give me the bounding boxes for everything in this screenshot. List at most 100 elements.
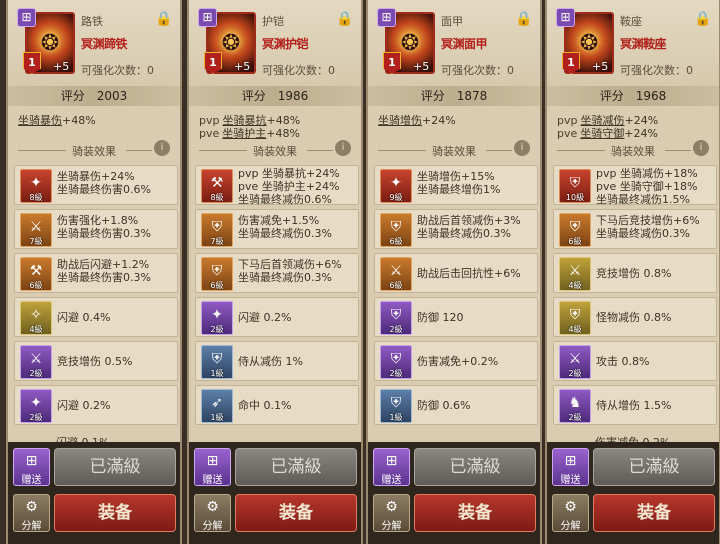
effect-row[interactable]: ➶ 1級 命中 0.1% <box>195 385 359 425</box>
equipment-card[interactable]: ❂ ⊞ 1 +5 面甲 冥渊面甲 🔒 可强化次数：0 评分 1878 坐骑增伤+24% 骑装效果 i ✦ 9… <box>366 0 542 544</box>
effect-line-text: pve 坐骑护主 <box>238 180 306 193</box>
effect-row[interactable]: ⚒ 6級 助战后闪避+1.2% 坐骑最终伤害0.3% <box>14 253 178 293</box>
effect-text: 侍从减伤 1% <box>238 355 303 368</box>
effect-line-text: 闪避 0.2% <box>238 311 292 324</box>
gift-button[interactable]: ⊞ 赠送 <box>194 448 231 486</box>
effect-line: 坐骑最终伤害0.3% <box>57 271 151 284</box>
effect-row[interactable]: ⛨ 6級 下马后竞技增伤+6% 坐骑最终减伤0.3% <box>553 209 717 249</box>
effect-text: 闪避 0.4% <box>57 311 110 324</box>
score-value: 2003 <box>96 89 128 103</box>
effect-line-text: 伤害减免+0.2% <box>417 355 499 368</box>
effect-row[interactable]: ✦ 2級 闪避 0.2% <box>195 297 359 337</box>
dismantle-icon: ⚙ <box>385 499 398 515</box>
effect-line: 助战后闪避+1.2% <box>57 258 151 271</box>
effect-line: 助战后击回抗性+6% <box>417 267 521 280</box>
equipment-card[interactable]: ❂ ⊞ 1 +5 护铠 冥渊护铠 🔒 可强化次数：0 评分 1986 pvp 坐骑暴抗+48% pve 坐… <box>187 0 363 544</box>
equipment-card[interactable]: ❂ ⊞ 1 +5 路铁 冥渊蹄铁 🔒 可强化次数：0 评分 2003 坐骑暴伤+48% 骑装效果 i ✦ 8… <box>6 0 182 544</box>
effect-line: 闪避 0.2% <box>57 399 110 412</box>
gift-button[interactable]: ⊞ 赠送 <box>552 448 589 486</box>
info-icon[interactable]: i <box>514 140 530 156</box>
effect-text: pvp 坐骑减伤+18% pve 坐骑守御+18% 坐骑最终减伤1.5% <box>596 167 698 206</box>
effect-row[interactable]: ⚔ 4級 竞技增伤 0.8% <box>553 253 717 293</box>
lock-icon[interactable]: 🔒 <box>336 11 353 28</box>
dismantle-button[interactable]: ⚙ 分解 <box>552 494 589 532</box>
effect-line-value: 闪避+1.2% <box>90 258 150 271</box>
effect-row[interactable]: ✦ 9級 坐骑增伤+15% 坐骑最终增伤1% <box>374 165 538 205</box>
effect-row[interactable]: ⚔ 2級 竞技增伤 0.5% <box>14 341 178 381</box>
lock-icon[interactable]: 🔒 <box>694 11 711 28</box>
attr-value: +24% <box>624 127 658 140</box>
effect-row[interactable]: ✦ 2級 闪避 0.2% <box>14 385 178 425</box>
effect-text: 伤害强化+1.8% 坐骑最终伤害0.3% <box>57 214 151 240</box>
item-type: 路铁 <box>81 15 103 28</box>
effect-row[interactable]: ⛨ 7級 伤害减免+1.5% 坐骑最终减伤0.3% <box>195 209 359 249</box>
effect-icon: ✦ 9級 <box>380 169 412 203</box>
attr-name[interactable]: 坐骑护主 <box>222 127 266 140</box>
effect-row[interactable]: ⛨ 1級 侍从减伤 1% <box>195 341 359 381</box>
effect-icon: ⛨ 1級 <box>380 389 412 423</box>
equipment-card[interactable]: ❂ ⊞ 1 +5 鞍座 冥渊鞍座 🔒 可强化次数：0 评分 1968 pvp 坐骑减伤+24% pve 坐… <box>545 0 720 544</box>
effect-line-value: 击回抗性+6% <box>450 267 521 280</box>
dismantle-button[interactable]: ⚙ 分解 <box>13 494 50 532</box>
equip-button[interactable]: 装备 <box>593 494 715 532</box>
effect-row[interactable]: ⛨ 6級 助战后首领减伤+3% 坐骑最终减伤0.3% <box>374 209 538 249</box>
effect-line-value: +15% <box>461 170 495 183</box>
effect-text: 坐骑暴伤+24% 坐骑最终伤害0.6% <box>57 170 151 196</box>
effect-row[interactable]: ⛨ 6級 下马后首领减伤+6% 坐骑最终减伤0.3% <box>195 253 359 293</box>
equip-button[interactable]: 装备 <box>414 494 536 532</box>
info-icon[interactable]: i <box>154 140 170 156</box>
effect-line-text: 防御 0.6% <box>417 399 471 412</box>
attr-name[interactable]: 坐骑暴伤 <box>18 114 62 127</box>
effect-row[interactable]: ⛨ 2級 防御 120 <box>374 297 538 337</box>
effect-row[interactable]: ⛨ 4級 怪物减伤 0.8% <box>553 297 717 337</box>
effect-text: 闪避 0.1% <box>56 434 109 442</box>
attr-name[interactable]: 坐骑守御 <box>580 127 624 140</box>
effect-text: 防御 0.6% <box>417 399 470 412</box>
effect-row[interactable]: ⚔ 7級 伤害强化+1.8% 坐骑最终伤害0.3% <box>14 209 178 249</box>
effect-text: 攻击 0.8% <box>596 355 649 368</box>
lock-icon[interactable]: 🔒 <box>515 11 532 28</box>
dismantle-icon: ⚙ <box>564 499 577 515</box>
effect-line-text: 伤害减免+1.5% <box>238 214 320 227</box>
dismantle-button[interactable]: ⚙ 分解 <box>373 494 410 532</box>
dismantle-button[interactable]: ⚙ 分解 <box>194 494 231 532</box>
effect-level: 6級 <box>210 281 224 290</box>
score-label: 评分 <box>241 89 266 103</box>
effect-line: 坐骑增伤+15% <box>417 170 500 183</box>
upgrade-count: 可强化次数：0 <box>262 64 335 77</box>
lock-icon[interactable]: 🔒 <box>155 11 172 28</box>
equip-button[interactable]: 装备 <box>235 494 357 532</box>
effect-line-text: pvp 坐骑减伤 <box>596 167 664 180</box>
maxed-button[interactable]: 已滿級 <box>414 448 536 486</box>
base-attribute: pve 坐骑护主+48% <box>199 125 300 141</box>
effect-row[interactable]: ⚔ 2級 攻击 0.8% <box>553 341 717 381</box>
effect-row[interactable]: ✦ 8級 坐骑暴伤+24% 坐骑最终伤害0.6% <box>14 165 178 205</box>
effect-level: 4級 <box>29 325 43 334</box>
effect-icon: ⚔ 7級 <box>20 213 52 247</box>
effect-line: 坐骑最终伤害0.6% <box>57 183 151 196</box>
effect-text: 命中 0.1% <box>238 399 291 412</box>
effect-text: 助战后击回抗性+6% <box>417 267 521 280</box>
gift-button[interactable]: ⊞ 赠送 <box>373 448 410 486</box>
effect-text: 防御 120 <box>417 311 464 324</box>
effect-row[interactable]: ♞ 2級 侍从增伤 1.5% <box>553 385 717 425</box>
effect-row[interactable]: ⚒ 8級 pvp 坐骑暴抗+24% pve 坐骑护主+24% 坐骑最终减伤0.6% <box>195 165 359 206</box>
effect-row[interactable]: ✧ 4級 闪避 0.4% <box>14 297 178 337</box>
effect-row[interactable]: ⛨ 1級 防御 0.6% <box>374 385 538 425</box>
maxed-button[interactable]: 已滿級 <box>54 448 176 486</box>
effect-row[interactable]: ⚔ 6級 助战后击回抗性+6% <box>374 253 538 293</box>
maxed-button[interactable]: 已滿級 <box>593 448 715 486</box>
effect-row[interactable]: ⛨ 2級 伤害减免+0.2% <box>374 341 538 381</box>
effect-line-text: 坐骑最终减伤0.3% <box>238 227 332 240</box>
score-value: 1986 <box>277 89 309 103</box>
score-value: 1878 <box>456 89 488 103</box>
effect-row[interactable]: ⛨ 10級 pvp 坐骑减伤+18% pve 坐骑守御+18% 坐骑最终减伤1.5% <box>553 165 717 206</box>
equip-button[interactable]: 装备 <box>54 494 176 532</box>
attr-name[interactable]: 坐骑增伤 <box>378 114 422 127</box>
gift-button[interactable]: ⊞ 赠送 <box>13 448 50 486</box>
maxed-button[interactable]: 已滿級 <box>235 448 357 486</box>
info-icon[interactable]: i <box>335 140 351 156</box>
effect-line-text: 坐骑最终伤害0.6% <box>57 183 151 196</box>
gift-icon: ⊞ <box>385 453 398 469</box>
info-icon[interactable]: i <box>693 140 709 156</box>
